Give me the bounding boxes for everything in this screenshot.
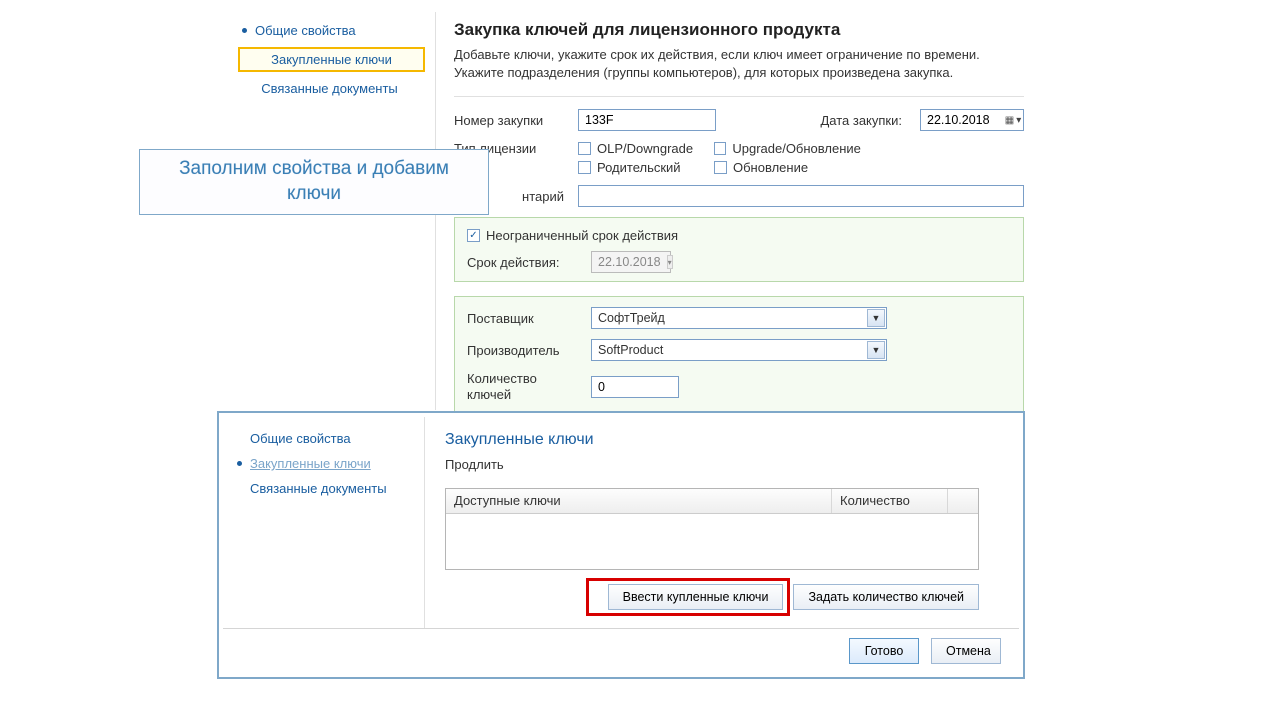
column-available: Доступные ключи (446, 489, 832, 513)
unlimited-checkbox[interactable]: ✓ Неограниченный срок действия (467, 228, 1011, 243)
supplier-label: Поставщик (467, 311, 579, 326)
sidebar-item-common[interactable]: Общие свойства (235, 431, 412, 446)
manufacturer-label: Производитель (467, 343, 579, 358)
sidebar-item-keys[interactable]: Закупленные ключи (235, 456, 412, 471)
supplier-select[interactable]: СофтТрейд ▼ (591, 307, 887, 329)
license-parent-checkbox[interactable]: Родительский (578, 160, 708, 175)
expiry-date-input: 22.10.2018 ▾ (591, 251, 671, 273)
keys-dialog: Общие свойства Закупленные ключи Связанн… (217, 411, 1025, 679)
sidebar-item-docs[interactable]: Связанные документы (238, 78, 425, 99)
column-spacer (948, 489, 978, 513)
comment-input[interactable] (578, 185, 1024, 207)
sidebar-item-docs[interactable]: Связанные документы (235, 481, 412, 496)
checkbox-icon (578, 161, 591, 174)
checkbox-icon (578, 142, 591, 155)
chevron-down-icon: ▼ (867, 341, 885, 359)
sidebar-item-common[interactable]: Общие свойства (238, 20, 425, 41)
bullet-icon (237, 461, 242, 466)
license-olp-checkbox[interactable]: OLP/Downgrade (578, 141, 708, 156)
done-button[interactable]: Готово (849, 638, 919, 664)
enter-keys-button[interactable]: Ввести купленные ключи (608, 584, 784, 610)
license-update-checkbox[interactable]: Обновление (714, 160, 864, 175)
sidebar-item-label: Общие свойства (255, 23, 356, 38)
validity-group: ✓ Неограниченный срок действия Срок дейс… (454, 217, 1024, 282)
key-count-input[interactable] (591, 376, 679, 398)
key-count-label: Количество ключей (467, 371, 579, 402)
tutorial-callout: Заполним свойства и добавим ключи (139, 149, 489, 215)
sidebar-item-label: Закупленные ключи (271, 52, 392, 67)
sidebar-item-label: Связанные документы (261, 81, 398, 96)
purchase-number-input[interactable] (578, 109, 716, 131)
column-quantity: Количество (832, 489, 948, 513)
page-subtitle: Добавьте ключи, укажите срок их действия… (454, 46, 1024, 82)
cancel-button[interactable]: Отмена (931, 638, 1001, 664)
bullet-icon (242, 28, 247, 33)
checkbox-icon: ✓ (467, 229, 480, 242)
license-upgrade-checkbox[interactable]: Upgrade/Обновление (714, 141, 864, 156)
divider (454, 96, 1024, 97)
vendor-group: Поставщик СофтТрейд ▼ Производитель Soft… (454, 296, 1024, 411)
dialog-title: Закупленные ключи (445, 431, 999, 449)
main-form: Закупка ключей для лицензионного продукт… (436, 12, 1042, 410)
purchase-date-label: Дата закупки: (820, 113, 902, 128)
calendar-icon[interactable]: ▦▾ (1003, 110, 1023, 130)
dialog-main: Закупленные ключи Продлить Доступные клю… (425, 417, 1019, 628)
purchase-number-label: Номер закупки (454, 113, 566, 128)
chevron-down-icon: ▼ (867, 309, 885, 327)
sidebar-item-keys[interactable]: Закупленные ключи (238, 47, 425, 72)
dialog-sidebar: Общие свойства Закупленные ключи Связанн… (223, 417, 425, 628)
checkbox-icon (714, 161, 727, 174)
expiry-label: Срок действия: (467, 255, 579, 270)
chevron-down-icon: ▾ (1016, 115, 1021, 126)
calendar-icon: ▾ (667, 255, 673, 269)
extend-link[interactable]: Продлить (445, 457, 999, 472)
checkbox-icon (714, 142, 726, 155)
set-quantity-button[interactable]: Задать количество ключей (793, 584, 979, 610)
page-title: Закупка ключей для лицензионного продукт… (454, 20, 1024, 40)
dialog-footer: Готово Отмена (219, 629, 1023, 673)
keys-table: Доступные ключи Количество (445, 488, 979, 570)
manufacturer-select[interactable]: SoftProduct ▼ (591, 339, 887, 361)
